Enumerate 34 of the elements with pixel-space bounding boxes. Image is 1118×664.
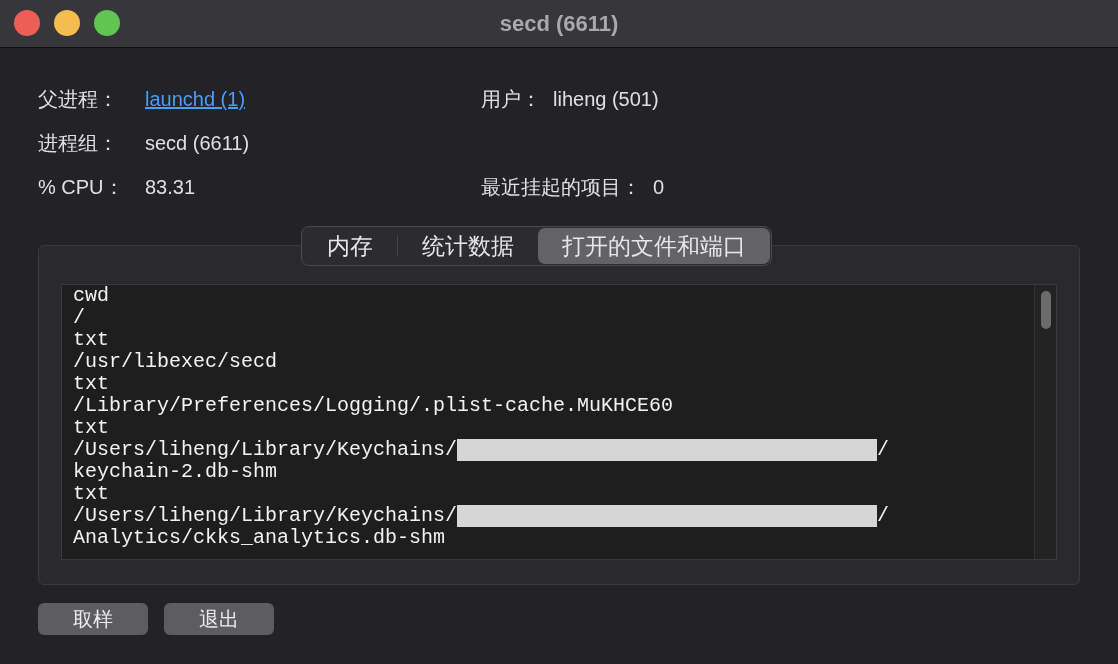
close-icon[interactable] xyxy=(14,10,40,36)
file-entry: Analytics/ckks_analytics.db-shm xyxy=(73,527,446,549)
minimize-icon[interactable] xyxy=(54,10,80,36)
window-title: secd (6611) xyxy=(499,10,619,38)
zoom-icon[interactable] xyxy=(94,10,120,36)
tab[interactable]: 统计数据 xyxy=(398,228,538,264)
file-entry: /Users/liheng/Library/Keychains/ xyxy=(73,505,458,527)
field-label: % CPU： xyxy=(38,176,125,199)
file-entry: txt xyxy=(73,417,109,439)
file-entry: / xyxy=(877,505,890,527)
field-value: liheng (501) xyxy=(553,88,659,111)
scroll-thumb[interactable] xyxy=(1040,291,1051,329)
field-label: 进程组： xyxy=(38,132,119,155)
file-entry: txt xyxy=(73,373,109,395)
file-entry: / xyxy=(73,307,85,329)
action-button[interactable]: 取样 xyxy=(38,603,148,635)
field-value: 0 xyxy=(653,176,665,199)
file-entry: txt xyxy=(73,329,109,351)
tab[interactable]: 打开的文件和端口 xyxy=(538,228,770,264)
file-entry: / xyxy=(877,439,890,461)
file-entry: keychain-2.db-shm xyxy=(73,461,278,483)
field-value: secd (6611) xyxy=(145,132,250,155)
field-label: 父进程： xyxy=(38,88,119,111)
file-entry: txt xyxy=(73,483,109,505)
parent-process-link[interactable]: launchd (1) xyxy=(145,88,246,111)
field-label: 用户： xyxy=(481,88,541,111)
field-label: 最近挂起的项目： xyxy=(481,176,641,199)
field-value: 83.31 xyxy=(145,176,196,199)
file-entry: /Library/Preferences/Logging/.plist-cache.MuKHCE60 xyxy=(73,395,674,417)
file-entry: /Users/liheng/Library/Keychains/ xyxy=(73,439,458,461)
action-button[interactable]: 退出 xyxy=(164,603,274,635)
file-entry: cwd xyxy=(73,285,109,307)
file-entry: /usr/libexec/secd xyxy=(73,351,278,373)
tab[interactable]: 内存 xyxy=(303,228,397,264)
